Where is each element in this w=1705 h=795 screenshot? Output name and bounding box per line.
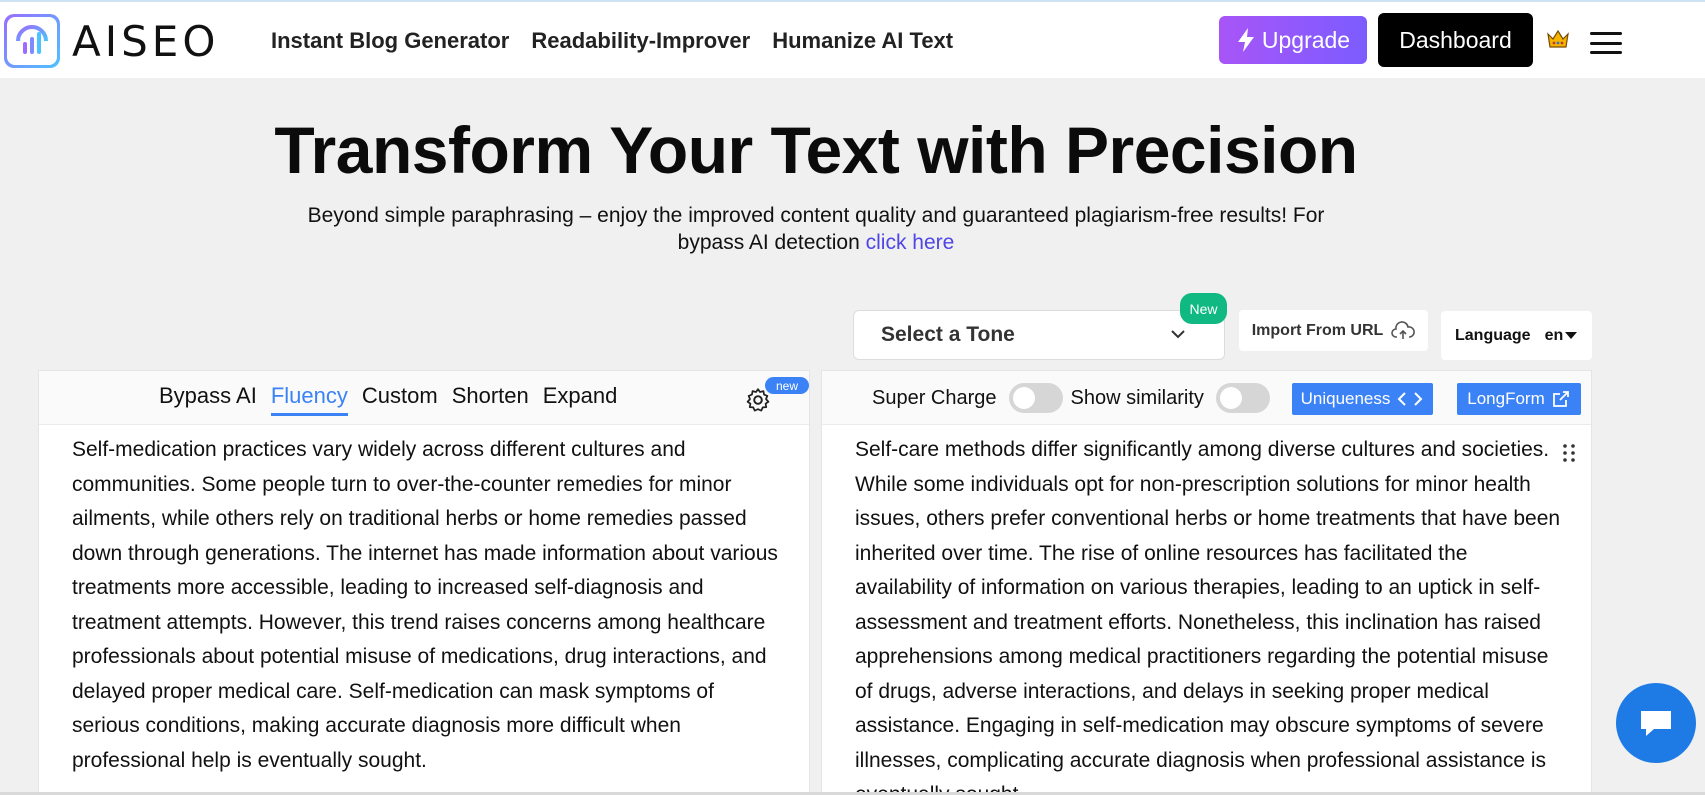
- output-toolbar: Super Charge Show similarity Uniqueness …: [822, 371, 1591, 425]
- brand-logo[interactable]: AISEO: [4, 14, 219, 68]
- output-panel: Super Charge Show similarity Uniqueness …: [821, 370, 1592, 795]
- chevron-down-icon: [1171, 330, 1185, 339]
- import-from-url-button[interactable]: Import From URL: [1239, 310, 1428, 351]
- settings-new-badge: new: [765, 377, 809, 394]
- lightning-icon: [1237, 28, 1254, 52]
- page-subtitle: Beyond simple paraphrasing – enjoy the i…: [300, 202, 1332, 256]
- super-charge-label: Super Charge: [872, 386, 997, 409]
- logo-mark-icon: [4, 14, 60, 68]
- language-value: en: [1544, 326, 1564, 344]
- subtitle-text: Beyond simple paraphrasing – enjoy the i…: [307, 204, 1325, 254]
- hamburger-menu-icon[interactable]: [1590, 32, 1622, 54]
- brand-name: AISEO: [72, 16, 220, 66]
- show-similarity-toggle[interactable]: [1215, 383, 1270, 413]
- cloud-upload-icon: [1391, 320, 1416, 339]
- upgrade-label: Upgrade: [1261, 26, 1351, 53]
- language-select[interactable]: Language en: [1441, 311, 1592, 360]
- longform-label: LongForm: [1467, 389, 1545, 408]
- input-text-area[interactable]: Self-medication practices vary widely ac…: [72, 433, 779, 778]
- show-similarity-label: Show similarity: [1070, 386, 1204, 409]
- chevron-left-right-icon: [1397, 392, 1423, 406]
- nav-link-instant-blog-generator[interactable]: Instant Blog Generator: [271, 28, 509, 54]
- language-label: Language: [1455, 326, 1531, 344]
- uniqueness-label: Uniqueness: [1300, 389, 1391, 408]
- page-title: Transform Your Text with Precision: [274, 113, 1358, 187]
- upgrade-button[interactable]: Upgrade: [1219, 16, 1367, 64]
- drag-handle-icon[interactable]: [1562, 443, 1576, 463]
- caret-down-icon: [1565, 331, 1578, 339]
- tab-custom[interactable]: Custom: [362, 383, 438, 416]
- primary-nav: Instant Blog Generator Readability-Impro…: [271, 28, 953, 54]
- import-label: Import From URL: [1251, 321, 1384, 339]
- crown-icon[interactable]: [1546, 28, 1570, 50]
- output-options: Super Charge Show similarity: [872, 383, 1278, 413]
- nav-link-humanize-ai-text[interactable]: Humanize AI Text: [772, 28, 953, 54]
- super-charge-toggle[interactable]: [1008, 383, 1063, 413]
- tone-select-placeholder: Select a Tone: [881, 323, 1015, 346]
- mode-tabs: Bypass AI Fluency Custom Shorten Expand: [159, 383, 617, 416]
- mode-toolbar: Bypass AI Fluency Custom Shorten Expand …: [39, 371, 809, 425]
- dashboard-button[interactable]: Dashboard: [1378, 13, 1533, 67]
- output-text-area: Self-care methods differ significantly a…: [855, 438, 1561, 795]
- input-panel: Bypass AI Fluency Custom Shorten Expand …: [38, 370, 810, 795]
- navbar: AISEO Instant Blog Generator Readability…: [0, 2, 1705, 78]
- external-link-icon: [1552, 391, 1569, 407]
- nav-link-readability-improver[interactable]: Readability-Improver: [531, 28, 750, 54]
- tab-bypass-ai[interactable]: Bypass AI: [159, 383, 257, 416]
- tab-shorten[interactable]: Shorten: [452, 383, 529, 416]
- tab-fluency[interactable]: Fluency: [270, 383, 348, 416]
- tone-select[interactable]: Select a Tone: [853, 310, 1225, 360]
- bypass-detection-link[interactable]: click here: [866, 231, 955, 254]
- chat-bubble-icon[interactable]: [1616, 683, 1696, 763]
- longform-button[interactable]: LongForm: [1457, 383, 1581, 415]
- uniqueness-button[interactable]: Uniqueness: [1292, 383, 1433, 415]
- tone-new-badge: New: [1180, 293, 1227, 324]
- tab-expand[interactable]: Expand: [543, 383, 618, 416]
